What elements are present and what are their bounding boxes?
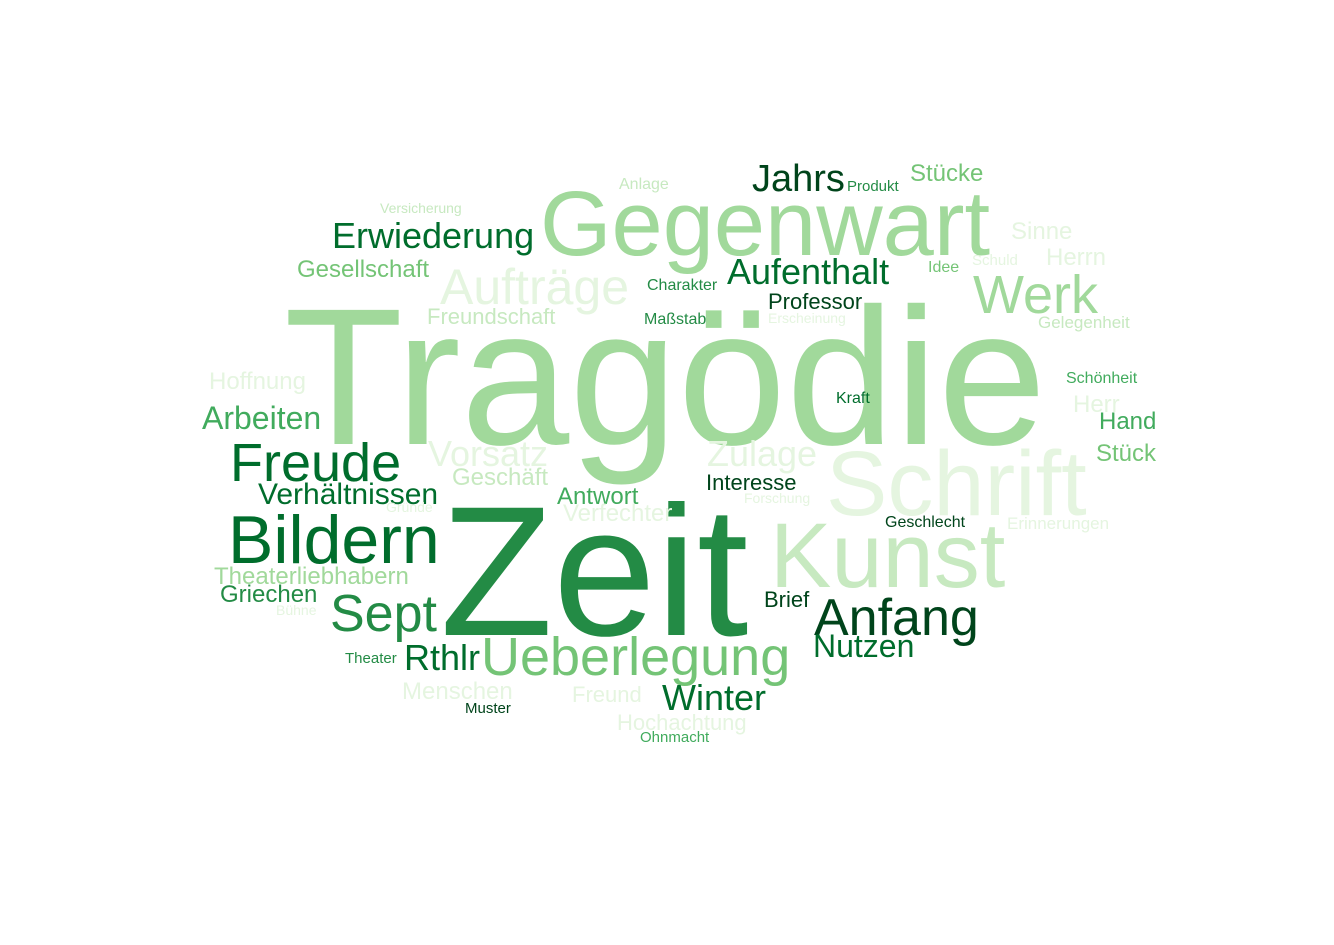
word-versicherung: Versicherung [380, 200, 462, 216]
word-zulage: Zulage [707, 433, 818, 474]
word-kraft: Kraft [836, 390, 870, 407]
word-gesellschaft: Gesellschaft [297, 256, 430, 283]
word-schoenheit: Schönheit [1066, 370, 1138, 387]
word-idee: Idee [928, 259, 960, 276]
word-cloud: Tragödie Zeit Gegenwart Schrift Kunst Bi… [0, 0, 1334, 945]
word-ohnmacht: Ohnmacht [640, 729, 710, 746]
word-erinnerungen: Erinnerungen [1007, 514, 1110, 533]
word-rthlr: Rthlr [404, 637, 481, 678]
word-nutzen: Nutzen [813, 628, 915, 664]
word-gelegenheit: Gelegenheit [1038, 313, 1130, 332]
word-brief: Brief [764, 587, 810, 612]
word-hoffnung: Hoffnung [209, 368, 306, 395]
word-erwiederung: Erwiederung [332, 215, 535, 256]
word-erscheinung: Erscheinung [768, 310, 846, 326]
word-sinne: Sinne [1011, 218, 1073, 245]
word-charakter: Charakter [647, 277, 718, 294]
word-forschung: Forschung [744, 490, 811, 506]
word-massstab: Maßstab [644, 311, 707, 328]
word-schuld: Schuld [972, 252, 1018, 269]
word-buehne: Bühne [276, 602, 317, 618]
word-gruende: Gründe [386, 499, 433, 515]
word-freund: Freund [572, 682, 642, 707]
word-verfechter: Verfechter [563, 500, 673, 527]
word-arbeiten: Arbeiten [202, 400, 322, 436]
word-muster: Muster [465, 700, 511, 717]
word-geschlecht: Geschlecht [885, 514, 966, 531]
word-anlage: Anlage [619, 176, 669, 193]
word-ueberlegung: Ueberlegung [481, 627, 791, 687]
word-jahrs: Jahrs [752, 158, 845, 200]
word-stuecke: Stücke [910, 160, 984, 187]
word-theater: Theater [345, 650, 397, 667]
word-herr: Herr [1073, 391, 1120, 418]
word-freundschaft: Freundschaft [427, 304, 556, 329]
word-sept: Sept [330, 585, 437, 643]
word-produkt: Produkt [847, 178, 899, 195]
word-stueck: Stück [1096, 440, 1157, 467]
word-aufenthalt: Aufenthalt [727, 251, 890, 292]
word-herrn: Herrn [1046, 244, 1107, 271]
word-geschaeft: Geschäft [452, 464, 549, 491]
